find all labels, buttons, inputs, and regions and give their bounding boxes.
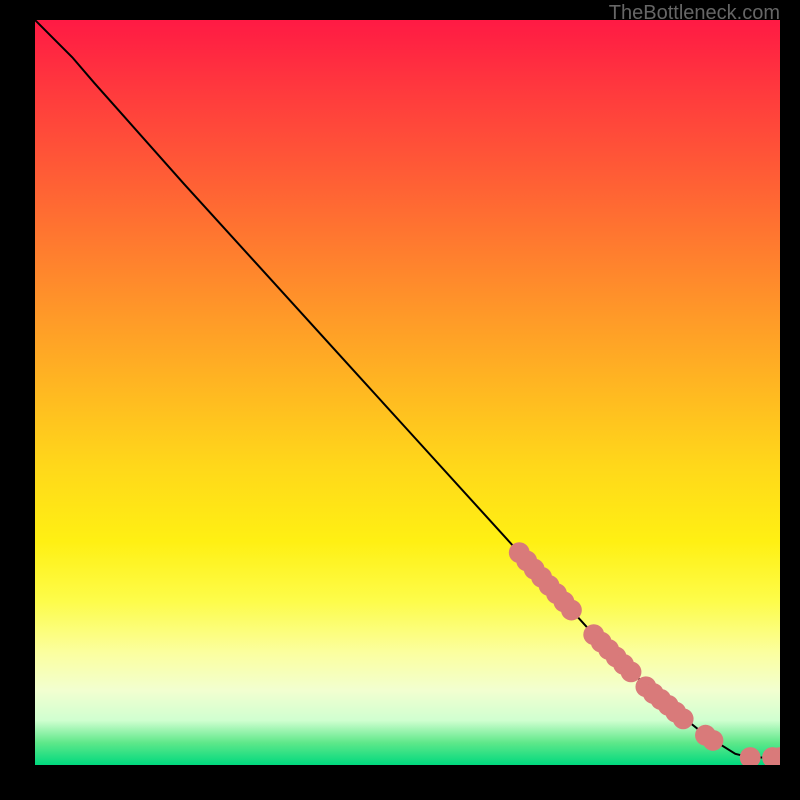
chart-markers bbox=[509, 542, 780, 765]
chart-curve-line bbox=[35, 20, 780, 758]
chart-marker-point bbox=[740, 747, 761, 765]
chart-marker-point bbox=[673, 708, 694, 729]
watermark-text: TheBottleneck.com bbox=[609, 2, 780, 25]
chart-marker-point bbox=[621, 661, 642, 682]
chart-overlay bbox=[35, 20, 780, 765]
chart-marker-point bbox=[703, 730, 724, 751]
chart-marker-point bbox=[561, 600, 582, 621]
